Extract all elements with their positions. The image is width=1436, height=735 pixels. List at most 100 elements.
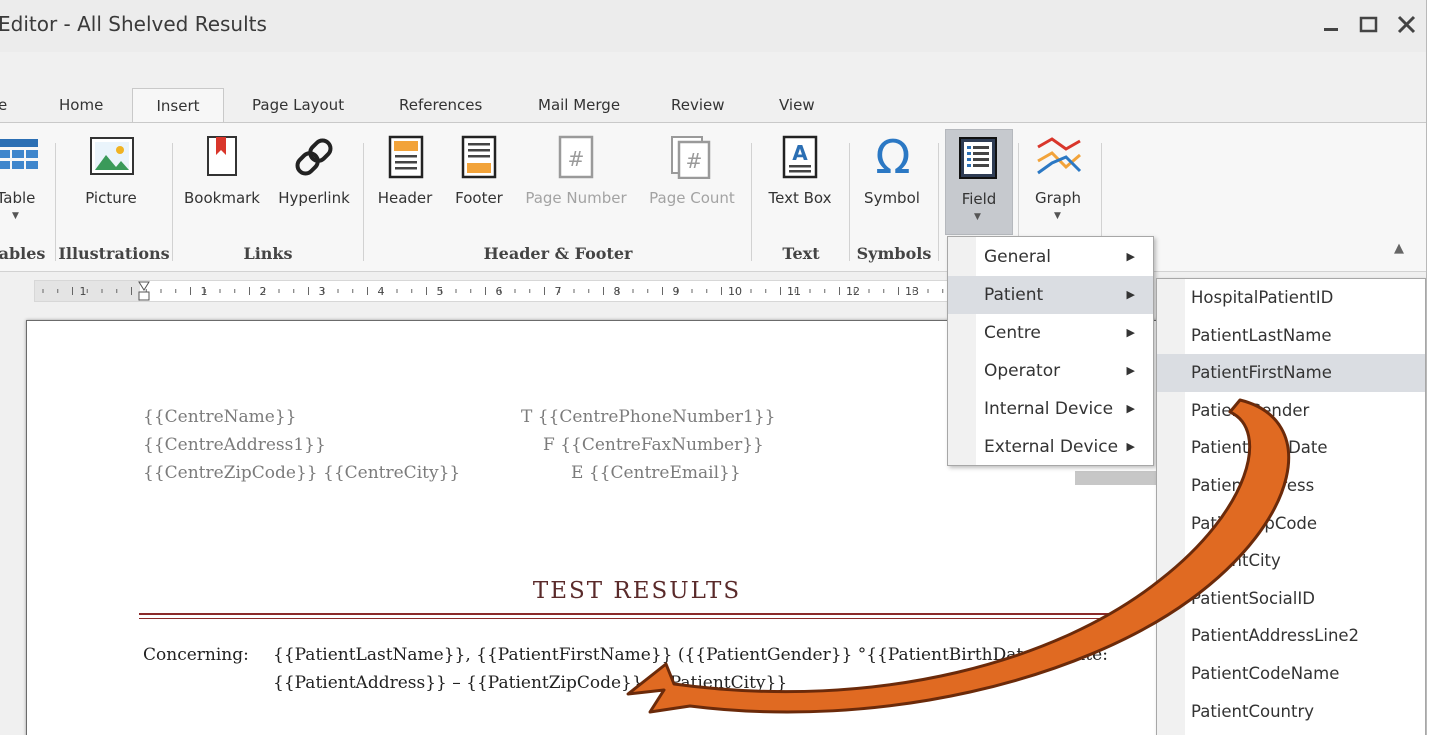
ruler-number: 4 <box>378 285 385 298</box>
submenu-item-patient-code-name[interactable]: PatientCodeName <box>1157 655 1425 693</box>
bookmark-label: Bookmark <box>184 189 260 207</box>
editor-window: Editor - All Shelved Results e Home Inse… <box>0 0 1427 735</box>
submenu-item-patient-city[interactable]: PatientCity <box>1157 542 1425 580</box>
concerning-line-1: {{PatientLastName}}, {{PatientFirstName}… <box>273 645 1108 665</box>
centre-phone-field: T {{CentrePhoneNumber1}} <box>521 407 776 427</box>
centre-address-field: {{CentreAddress1}} <box>143 435 326 455</box>
page-count-icon: # <box>671 136 711 179</box>
group-label-tables: ables <box>0 244 46 263</box>
tab-page-layout[interactable]: Page Layout <box>252 88 344 122</box>
submenu-item-patient-zip-code[interactable]: PatientZipCode <box>1157 505 1425 543</box>
ribbon-tabs: e Home Insert Page Layout References Mai… <box>0 88 1426 124</box>
table-label: Table <box>0 189 36 207</box>
page-number-button[interactable]: # Page Number <box>522 123 630 233</box>
ruler-number: 5 <box>437 285 444 298</box>
patient-submenu: HospitalPatientID PatientLastName Patien… <box>1156 278 1426 735</box>
tab-file[interactable]: e <box>0 88 7 122</box>
text-box-button[interactable]: A Text Box <box>760 123 840 233</box>
submenu-item-patient-address[interactable]: PatientAddress <box>1157 467 1425 505</box>
submenu-item-patient-country[interactable]: PatientCountry <box>1157 693 1425 731</box>
submenu-item-patient-last-name[interactable]: PatientLastName <box>1157 317 1425 355</box>
graph-icon <box>1037 137 1082 175</box>
submenu-item-patient-first-name[interactable]: PatientFirstName <box>1157 354 1425 392</box>
field-menu-item-external-device[interactable]: External Device ▶ <box>948 428 1153 466</box>
ruler-number: 2 <box>260 285 267 298</box>
page-count-button[interactable]: # Page Count <box>642 123 742 233</box>
field-menu-item-internal-device[interactable]: Internal Device ▶ <box>948 390 1153 428</box>
centre-zip-city-field: {{CentreZipCode}} {{CentreCity}} <box>143 463 461 483</box>
submenu-item-hospital-patient-id[interactable]: HospitalPatientID <box>1157 279 1425 317</box>
picture-button[interactable]: Picture <box>72 123 150 233</box>
horizontal-ruler: 1 1 2 3 4 5 6 7 8 9 10 11 12 13 <box>34 280 956 302</box>
table-button[interactable]: Table ▼ <box>0 123 52 233</box>
concerning-line-2: {{PatientAddress}} – {{PatientZipCode}} … <box>273 673 788 693</box>
close-button[interactable] <box>1394 12 1420 38</box>
header-button[interactable]: Header <box>370 123 440 233</box>
field-menu-item-centre[interactable]: Centre ▶ <box>948 314 1153 352</box>
bookmark-button[interactable]: Bookmark <box>182 123 262 233</box>
submenu-item-patient-address-line-2[interactable]: PatientAddressLine2 <box>1157 617 1425 655</box>
omega-icon: Ω <box>875 133 910 179</box>
chevron-right-icon: ▶ <box>1126 250 1135 263</box>
hyperlink-button[interactable]: Hyperlink <box>274 123 354 233</box>
maximize-button[interactable] <box>1356 12 1382 38</box>
graph-button[interactable]: Graph ▼ <box>1022 123 1094 233</box>
window-title: Editor - All Shelved Results <box>0 12 267 36</box>
symbol-label: Symbol <box>864 189 920 207</box>
submenu-item-patient-birth-date[interactable]: PatientBirthDate <box>1157 429 1425 467</box>
footer-button[interactable]: Footer <box>446 123 512 233</box>
indent-marker-icon[interactable] <box>138 281 150 301</box>
ribbon-panel: Table ▼ Picture Bookmark Hyperlink Heade… <box>0 122 1426 272</box>
ruler-number: 9 <box>673 285 680 298</box>
field-dropdown-icon: ▼ <box>974 212 981 222</box>
svg-text:A: A <box>792 141 808 165</box>
group-label-header-footer: Header & Footer <box>483 244 633 263</box>
tab-insert[interactable]: Insert <box>132 88 224 124</box>
ruler-number: 1 <box>201 285 208 298</box>
document-heading: TEST RESULTS <box>532 578 742 604</box>
ruler-number: 7 <box>555 285 562 298</box>
tab-review[interactable]: Review <box>671 88 725 122</box>
tab-mail-merge[interactable]: Mail Merge <box>538 88 620 122</box>
ruler-number: 3 <box>319 285 326 298</box>
ruler-number: 8 <box>614 285 621 298</box>
maximize-icon <box>1359 16 1378 33</box>
chevron-right-icon: ▶ <box>1126 288 1135 301</box>
graph-dropdown-icon: ▼ <box>1054 211 1061 221</box>
field-menu-item-general[interactable]: General ▶ <box>948 238 1153 276</box>
tab-home[interactable]: Home <box>59 88 103 122</box>
symbol-button[interactable]: Ω Symbol <box>856 123 928 233</box>
collapse-ribbon-icon[interactable]: ▲ <box>1394 241 1404 256</box>
header-label: Header <box>377 189 433 207</box>
ruler-number: 6 <box>496 285 503 298</box>
ruler-number: 10 <box>728 285 742 298</box>
group-label-text: Text <box>782 244 820 263</box>
graph-label: Graph <box>1034 189 1081 207</box>
ruler-number: 12 <box>846 285 860 298</box>
footer-label: Footer <box>455 189 503 207</box>
header-icon <box>388 135 424 179</box>
logo-image-placeholder <box>1075 471 1165 485</box>
field-menu-item-operator[interactable]: Operator ▶ <box>948 352 1153 390</box>
page-count-label: Page Count <box>649 189 735 207</box>
tab-references[interactable]: References <box>399 88 482 122</box>
svg-text:#: # <box>568 147 585 171</box>
tab-view[interactable]: View <box>779 88 815 122</box>
concerning-label: Concerning: <box>143 645 249 665</box>
minimize-icon <box>1324 28 1338 31</box>
field-button[interactable]: Field ▼ <box>945 129 1013 235</box>
submenu-item-patient-gender[interactable]: PatientGender <box>1157 392 1425 430</box>
bookmark-icon <box>207 136 237 176</box>
text-box-icon: A <box>782 135 818 179</box>
close-icon <box>1397 15 1416 34</box>
centre-fax-field: F {{CentreFaxNumber}} <box>543 435 764 455</box>
submenu-item-patient-social-id[interactable]: PatientSocialID <box>1157 580 1425 618</box>
field-menu-item-patient[interactable]: Patient ▶ <box>948 276 1153 314</box>
chevron-right-icon: ▶ <box>1126 402 1135 415</box>
chevron-right-icon: ▶ <box>1126 364 1135 377</box>
text-box-label: Text Box <box>768 189 832 207</box>
centre-email-field: E {{CentreEmail}} <box>571 463 741 483</box>
minimize-button[interactable] <box>1318 12 1344 38</box>
ruler-number: 1 <box>80 285 87 298</box>
ruler-number: 13 <box>905 285 919 298</box>
